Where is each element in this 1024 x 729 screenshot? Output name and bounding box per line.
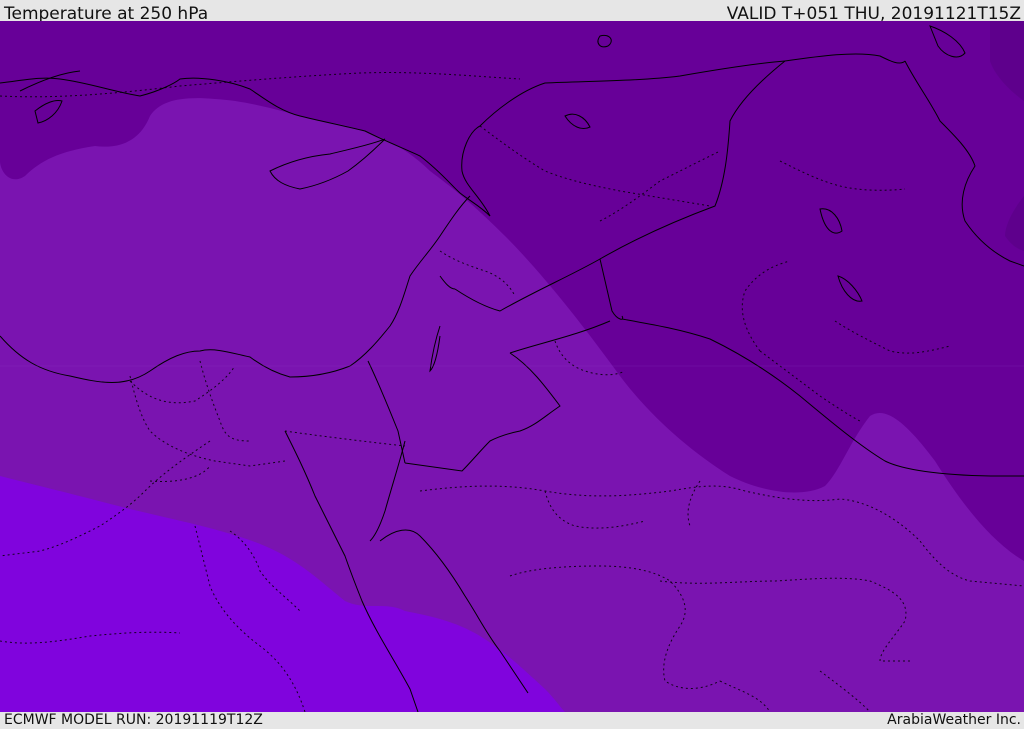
map-header: Temperature at 250 hPa VALID T+051 THU, … — [0, 0, 1024, 24]
credit-label: ArabiaWeather Inc. — [887, 712, 1021, 728]
temperature-map[interactable] — [0, 21, 1024, 712]
model-run-label: ECMWF MODEL RUN: 20191119T12Z — [4, 712, 263, 728]
map-footer: ECMWF MODEL RUN: 20191119T12Z ArabiaWeat… — [0, 712, 1024, 729]
map-canvas — [0, 21, 1024, 712]
